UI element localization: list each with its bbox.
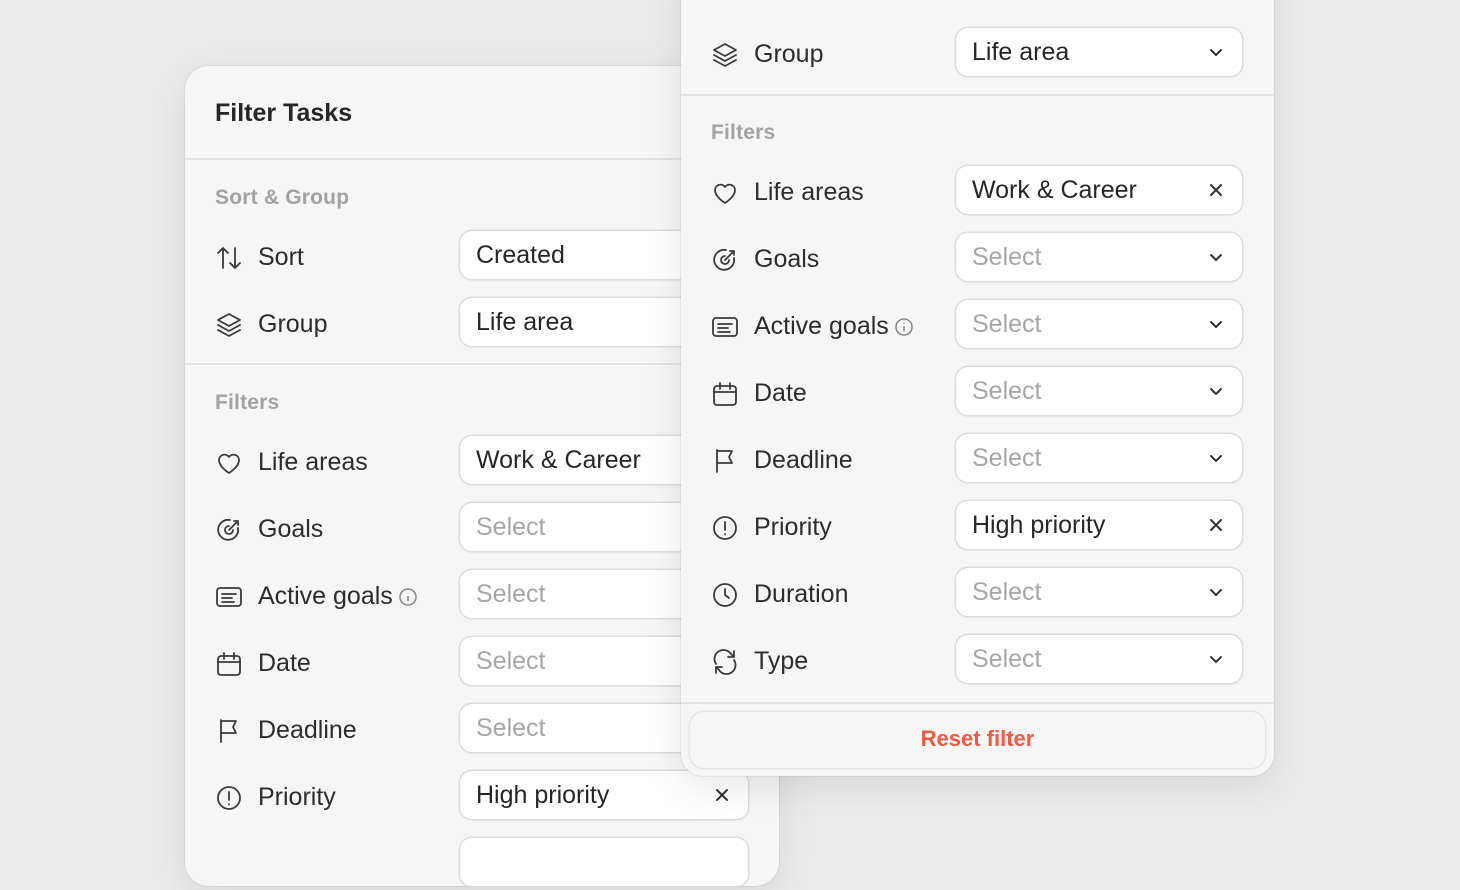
reset-filter-button[interactable]: Reset filter [690,726,1265,752]
filter-value: Select [972,444,1042,472]
filter-label: Life areas [258,448,368,476]
filter-row-deadline: Deadline Select [681,434,1274,486]
sort-arrows-icon [212,241,246,275]
flag-icon [212,714,246,748]
divider [681,702,1274,704]
filter-label: Priority [754,513,832,541]
filter-label: Goals [754,245,820,273]
clear-icon[interactable] [1204,178,1228,202]
layers-icon [212,308,246,342]
active-goals-select[interactable]: Select [956,300,1242,348]
divider [681,94,1274,96]
clock-icon [708,578,742,612]
filter-value: High priority [972,511,1106,539]
priority-select[interactable]: High priority [460,771,748,819]
section-label-filters: Filters [711,121,776,144]
filter-value: Select [476,714,546,742]
exclamation-circle-icon [212,781,246,815]
chevron-down-icon [1204,580,1228,604]
heart-icon [708,176,742,210]
chevron-down-icon [1204,245,1228,269]
filter-row-duration: Duration Select [681,568,1274,620]
info-icon[interactable] [894,315,914,335]
priority-select[interactable]: High priority [956,501,1242,549]
filter-row-duration [185,838,779,890]
sort-label: Sort [258,243,304,271]
group-select[interactable]: Life area [956,28,1242,76]
section-label-sort-group: Sort & Group [215,186,350,209]
deadline-select[interactable]: Select [956,434,1242,482]
clear-icon[interactable] [710,783,734,807]
filter-label: Deadline [754,446,853,474]
target-icon [212,513,246,547]
filter-row-active-goals: Active goals Select [681,300,1274,352]
filter-row-type: Type Select [681,635,1274,687]
filter-value: Select [476,580,546,608]
filter-value: High priority [476,781,610,809]
filter-label: Date [754,379,807,407]
list-card-icon [212,580,246,614]
duration-select[interactable]: Select [956,568,1242,616]
chevron-down-icon [1204,379,1228,403]
group-value: Life area [476,308,574,336]
filter-label: Goals [258,515,324,543]
filter-value: Work & Career [476,446,641,474]
filter-label: Duration [754,580,849,608]
duration-select[interactable] [460,838,748,886]
chevron-down-icon [1204,647,1228,671]
chevron-down-icon [1204,312,1228,336]
filter-row-priority: Priority High priority [185,771,779,823]
target-icon [708,243,742,277]
reset-bar: Reset filter [690,712,1265,768]
filter-value: Select [972,377,1042,405]
filter-value: Select [972,645,1042,673]
filter-value: Select [476,513,546,541]
chevron-down-icon [1204,446,1228,470]
clear-icon[interactable] [1204,513,1228,537]
life-areas-select[interactable]: Work & Career [956,166,1242,214]
filter-value: Select [972,578,1042,606]
exclamation-circle-icon [708,511,742,545]
filter-tasks-panel-front: Group Life area Filters Life areas Work … [681,0,1274,776]
group-row: Group Life area [681,28,1274,80]
filter-label-wrap: Active goals [258,582,418,611]
list-card-icon [708,310,742,344]
filter-label-wrap: Active goals [754,312,914,341]
repeat-icon [708,645,742,679]
filter-value: Select [972,310,1042,338]
filter-label: Type [754,647,809,675]
group-label: Group [258,310,328,338]
filter-value: Work & Career [972,176,1137,204]
panel-title: Filter Tasks [215,99,353,127]
type-select[interactable]: Select [956,635,1242,683]
filter-value: Select [972,243,1042,271]
chevron-down-icon [1204,40,1228,64]
heart-icon [212,446,246,480]
date-select[interactable]: Select [956,367,1242,415]
flag-icon [708,444,742,478]
filter-label: Priority [258,783,336,811]
filter-label: Deadline [258,716,357,744]
group-value: Life area [972,38,1070,66]
filter-label: Date [258,649,311,677]
calendar-icon [212,647,246,681]
sort-value: Created [476,241,565,269]
group-label: Group [754,40,824,68]
goals-select[interactable]: Select [956,233,1242,281]
info-icon[interactable] [398,585,418,605]
filter-row-life-areas: Life areas Work & Career [681,166,1274,218]
filter-value: Select [476,647,546,675]
filter-label: Active goals [258,582,393,610]
filter-label: Active goals [754,312,889,340]
filter-row-date: Date Select [681,367,1274,419]
layers-icon [708,38,742,72]
filter-row-priority: Priority High priority [681,501,1274,553]
filter-label: Life areas [754,178,864,206]
filter-row-goals: Goals Select [681,233,1274,285]
calendar-icon [708,377,742,411]
section-label-filters: Filters [215,391,280,414]
